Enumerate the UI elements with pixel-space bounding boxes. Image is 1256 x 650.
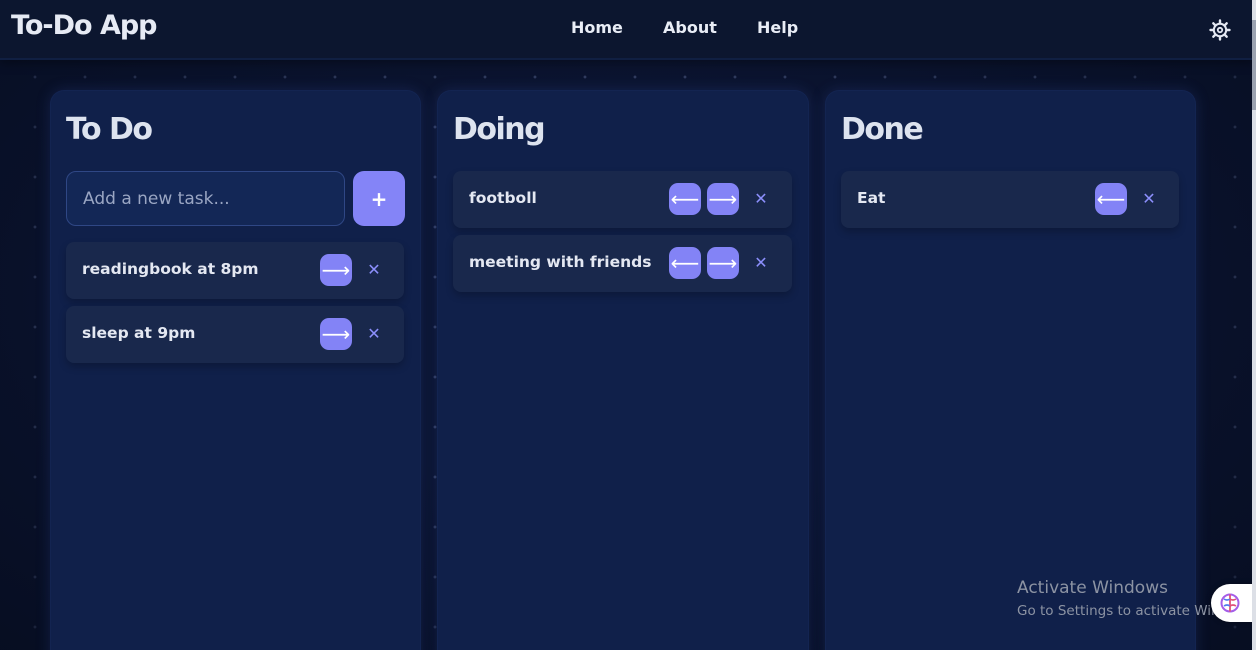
task-card: Eat ⟵ ✕ <box>841 171 1179 228</box>
move-right-button[interactable]: ⟶ <box>707 183 739 215</box>
delete-task-button[interactable]: ✕ <box>749 251 773 275</box>
task-text: sleep at 9pm <box>82 324 196 342</box>
column-todo: To Do + readingbook at 8pm ⟶ ✕ sleep at … <box>50 90 421 650</box>
scrollbar-thumb[interactable] <box>1252 20 1256 110</box>
move-right-button[interactable]: ⟶ <box>320 318 352 350</box>
new-task-input[interactable] <box>66 171 345 226</box>
move-left-button[interactable]: ⟵ <box>669 183 701 215</box>
brain-icon <box>1220 593 1240 613</box>
main-nav: Home About Help <box>0 18 1256 42</box>
delete-task-button[interactable]: ✕ <box>362 322 386 346</box>
delete-task-button[interactable]: ✕ <box>362 258 386 282</box>
task-card: sleep at 9pm ⟶ ✕ <box>66 306 404 363</box>
task-card: readingbook at 8pm ⟶ ✕ <box>66 242 404 299</box>
task-text: meeting with friends <box>469 253 652 271</box>
settings-button[interactable] <box>1206 16 1234 44</box>
task-text: readingbook at 8pm <box>82 260 259 278</box>
move-left-button[interactable]: ⟵ <box>1095 183 1127 215</box>
column-doing: Doing footboll ⟵ ⟶ ✕ meeting with friend… <box>437 90 809 650</box>
activate-windows-title: Activate Windows <box>1017 578 1168 598</box>
column-title-todo: To Do <box>66 112 153 147</box>
column-done: Done Eat ⟵ ✕ <box>825 90 1196 650</box>
task-card: footboll ⟵ ⟶ ✕ <box>453 171 792 228</box>
nav-about-link[interactable]: About <box>663 18 717 37</box>
delete-task-button[interactable]: ✕ <box>749 187 773 211</box>
top-navbar: To-Do App Home About Help <box>0 0 1256 60</box>
task-text: Eat <box>857 189 886 207</box>
gear-icon <box>1209 19 1231 41</box>
page-scrollbar[interactable] <box>1252 0 1256 650</box>
column-title-doing: Doing <box>453 112 546 147</box>
nav-help-link[interactable]: Help <box>757 18 798 37</box>
move-right-button[interactable]: ⟶ <box>320 254 352 286</box>
add-task-button[interactable]: + <box>353 171 405 226</box>
task-text: footboll <box>469 189 537 207</box>
move-left-button[interactable]: ⟵ <box>669 247 701 279</box>
move-right-button[interactable]: ⟶ <box>707 247 739 279</box>
extension-badge[interactable] <box>1211 584 1256 622</box>
delete-task-button[interactable]: ✕ <box>1137 187 1161 211</box>
nav-home-link[interactable]: Home <box>571 18 623 37</box>
task-card: meeting with friends ⟵ ⟶ ✕ <box>453 235 792 292</box>
column-title-done: Done <box>841 112 924 147</box>
